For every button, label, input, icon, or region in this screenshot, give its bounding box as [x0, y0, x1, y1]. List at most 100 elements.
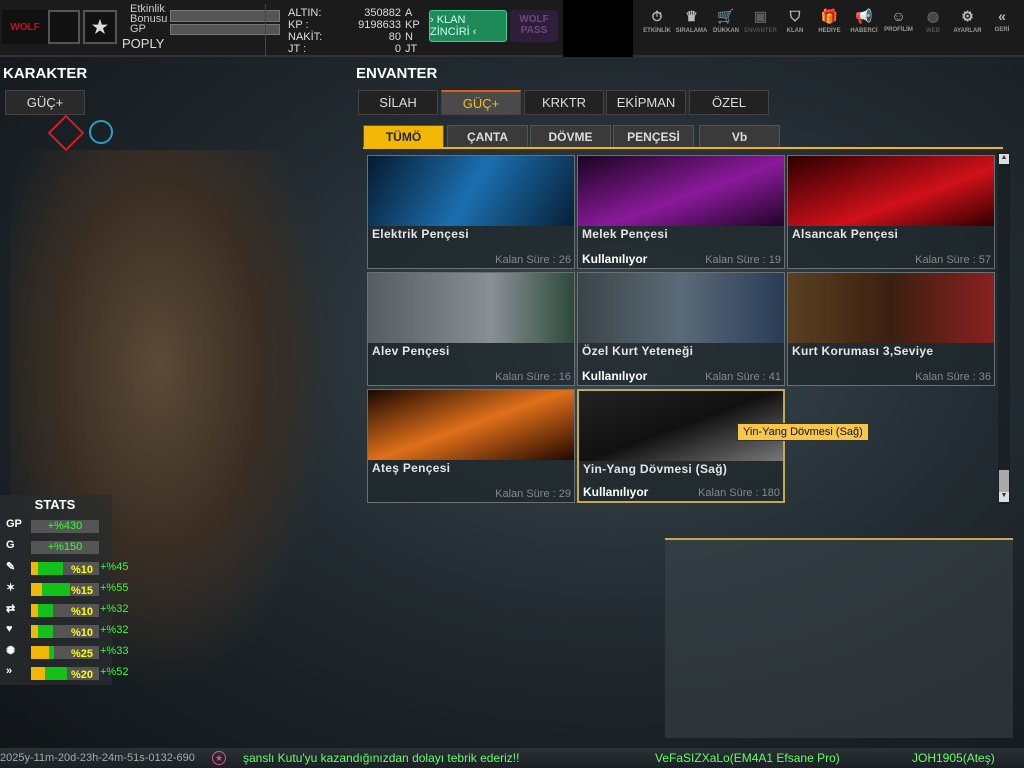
subtab-underline [363, 147, 1003, 149]
tab-3[interactable]: EKİPMAN [606, 90, 686, 115]
scroll-up-icon[interactable]: ▲ [999, 154, 1009, 164]
winner-player-2[interactable]: JOH1905(Ateş) [912, 748, 995, 768]
nav-envanter-button[interactable]: ▣ ENVANTER [744, 8, 778, 34]
nav-icon: ⏱ [651, 8, 663, 24]
stat-icon: ⇄ [6, 603, 16, 615]
tab-4[interactable]: ÖZEL [689, 90, 769, 115]
subtab-1[interactable]: ÇANTA [447, 125, 528, 148]
item-remaining: Kalan Süre : 41 [705, 371, 781, 383]
inventory-item[interactable]: Elektrik Pençesi Kalan Süre : 26 [367, 155, 575, 269]
top-bar: WOLF ★ Etkinlik Bonusu GP POPLY ALTIN: 3… [0, 0, 1024, 57]
item-remaining: Kalan Süre : 57 [915, 254, 991, 266]
stat-row: ♥ %10 +%32 [6, 623, 129, 639]
klan-zinciri-button[interactable]: › KLAN ZİNCİRİ ‹ [429, 10, 507, 42]
item-image [788, 273, 994, 343]
nav-ayarlar-button[interactable]: ⚙ AYARLAR [951, 8, 985, 34]
subtab-0[interactable]: TÜMÖ [363, 125, 444, 148]
tab-1[interactable]: GÜÇ+ [441, 90, 521, 115]
currency-unit: A [405, 7, 413, 19]
inventory-item[interactable]: Kurt Koruması 3,Seviye Kalan Süre : 36 [787, 272, 995, 386]
event-bonus-label: Etkinlik Bonusu [130, 3, 168, 25]
item-name: Ateş Pençesi [372, 461, 451, 475]
event-bonus-bar [170, 10, 280, 22]
currency-label: ALTIN: [288, 7, 322, 19]
stat-icon: ✺ [6, 645, 16, 657]
item-image [368, 156, 574, 226]
item-name: Özel Kurt Yeteneği [582, 344, 694, 358]
currency-unit: KP [405, 19, 420, 31]
subtab-2[interactable]: DÖVME [530, 125, 611, 148]
nav-icon: ▣ [753, 8, 768, 24]
item-remaining: Kalan Süre : 26 [495, 254, 571, 266]
notice-icon: ★ [212, 751, 226, 765]
nav-dükkan-button[interactable]: 🛒 DÜKKAN [709, 8, 743, 34]
nav-geri̇-button[interactable]: «GERİ [985, 8, 1019, 33]
nav-web-button[interactable]: ◍ WEB [916, 8, 950, 34]
nav-profi̇li̇m-button[interactable]: ☺ PROFİLİM [882, 8, 916, 33]
game-logo: WOLF [2, 10, 48, 44]
inventory-item[interactable]: Melek Pençesi Kullanılıyor Kalan Süre : … [577, 155, 785, 269]
item-image [368, 390, 574, 460]
item-image [788, 156, 994, 226]
nav-hedi̇ye-button[interactable]: 🎁 HEDİYE [813, 8, 847, 34]
nav-icon: 📢 [855, 8, 873, 24]
speed-buff-icon[interactable] [89, 120, 113, 144]
stat-row: ✎ %10 +%45 [6, 561, 129, 576]
currency-label: KP : [288, 19, 309, 31]
item-remaining: Kalan Süre : 16 [495, 371, 571, 383]
stats-panel: STATS GP +%430 G +%150 ✎ %10 +%45 ✶ %15 +%55 ⇄ %10 +… [0, 495, 129, 685]
currency-unit: JT [405, 43, 418, 55]
item-name: Melek Pençesi [582, 227, 668, 241]
subtab-3[interactable]: PENÇESİ [613, 125, 694, 148]
currency-label: JT : [288, 43, 307, 55]
attack-buff-icon[interactable] [47, 114, 85, 152]
stat-row: ⇄ %10 +%32 [6, 603, 129, 618]
item-name: Alsancak Pençesi [792, 227, 899, 241]
item-name: Kurt Koruması 3,Seviye [792, 344, 934, 358]
currency-label: NAKİT: [288, 31, 323, 43]
stat-icon: ✶ [6, 582, 16, 594]
currency-value: 350882 [364, 7, 401, 19]
stat-icon: » [6, 665, 13, 677]
scroll-thumb[interactable] [999, 470, 1009, 492]
stat-row: G +%150 [2, 538, 112, 556]
inventory-item[interactable]: Alev Pençesi Kalan Süre : 16 [367, 272, 575, 386]
scroll-down-icon[interactable]: ▼ [999, 492, 1009, 502]
nav-icon: ♛ [685, 8, 698, 24]
currency-value: 9198633 [358, 19, 401, 31]
item-status: Kullanılıyor [582, 369, 648, 383]
nav-klan-button[interactable]: ⛉ KLAN [778, 8, 812, 34]
stat-row: GP +%430 [2, 517, 112, 535]
inventory-item[interactable]: Alsancak Pençesi Kalan Süre : 57 [787, 155, 995, 269]
nav-icon: « [998, 8, 1006, 24]
tab-2[interactable]: KRKTR [524, 90, 604, 115]
nav-etki̇nli̇k-button[interactable]: ⏱ ETKİNLİK [640, 8, 674, 34]
currency-unit: N [405, 31, 413, 43]
nav-icon: 🎁 [820, 8, 839, 24]
wolf-pass-button[interactable]: WOLF PASS [510, 10, 558, 42]
bottom-bar: 2025y-11m-20d-23h-24m-51s-0132-690 ★ şan… [0, 748, 1024, 768]
inventory-item[interactable]: Ateş Pençesi Kalan Süre : 29 [367, 389, 575, 503]
item-detail-panel [665, 538, 1013, 738]
item-status: Kullanılıyor [582, 252, 648, 266]
stat-bar: %20 [31, 667, 99, 681]
inventory-item[interactable]: Yin-Yang Dövmesi (Sağ) Kullanılıyor Kala… [577, 389, 785, 503]
item-remaining: Kalan Süre : 19 [705, 254, 781, 266]
character-tab-guc[interactable]: GÜÇ+ [5, 90, 85, 115]
clan-emblem[interactable] [48, 10, 80, 44]
nav-siralama-button[interactable]: ♛ SIRALAMA [675, 8, 709, 34]
star-icon[interactable]: ★ [83, 10, 117, 44]
tab-0[interactable]: SİLAH [358, 90, 438, 115]
item-name: Elektrik Pençesi [372, 227, 469, 241]
item-remaining: Kalan Süre : 29 [495, 488, 571, 500]
gp-label: GP [130, 23, 146, 35]
nav-haberci̇-button[interactable]: 📢 HABERCİ [847, 8, 881, 34]
notice-message: şanslı Kutu'yu kazandığınızdan dolayı te… [243, 751, 520, 765]
winner-player[interactable]: VeFaSIZXaLo(EM4A1 Efsane Pro) [655, 748, 840, 768]
nav-icon: ⚙ [961, 8, 974, 24]
inventory-item[interactable]: Özel Kurt Yeteneği Kullanılıyor Kalan Sü… [577, 272, 785, 386]
currency-value: 0 [394, 43, 401, 55]
subtab-4[interactable]: Vb [699, 125, 780, 148]
scrollbar[interactable]: ▲ ▼ [998, 153, 1010, 504]
item-tooltip: Yin-Yang Dövmesi (Sağ) [737, 423, 869, 441]
